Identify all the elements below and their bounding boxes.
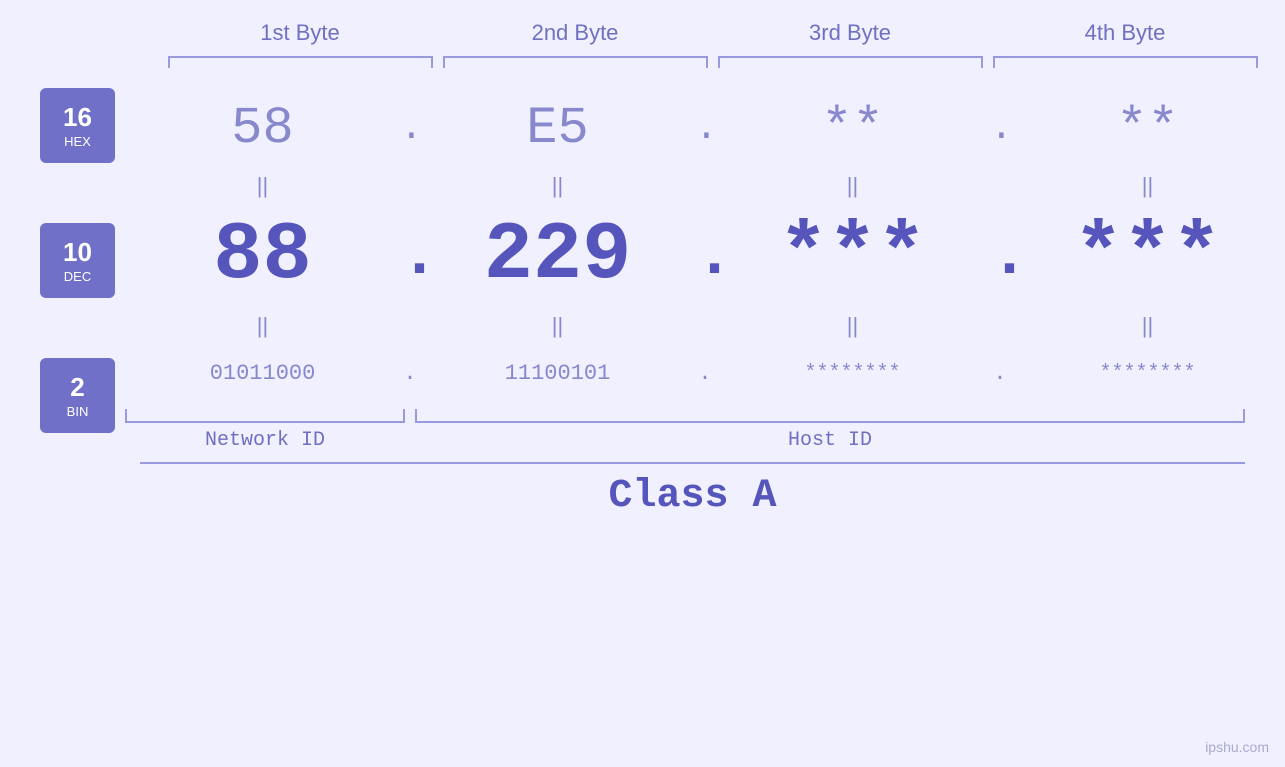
equals8-icon: || — [1142, 313, 1153, 339]
bin-byte1: 01011000 — [125, 361, 400, 386]
eq1-b1: || — [125, 173, 400, 199]
bracket-byte1 — [168, 56, 433, 68]
hex-b2-value: E5 — [526, 99, 588, 158]
bracket-byte4 — [993, 56, 1258, 68]
hex-dot3: . — [990, 107, 1010, 150]
hex-badge-num: 16 — [63, 102, 92, 133]
hex-byte3: ** — [715, 99, 990, 158]
bin-data-row: 01011000 . 11100101 . ******** . *******… — [125, 343, 1285, 403]
bin-dot2: . — [695, 361, 715, 386]
bin-badge-num: 2 — [70, 372, 84, 403]
host-bracket — [415, 409, 1245, 423]
main-content-area: 16 HEX 10 DEC 2 BIN 58 . E5 — [0, 88, 1285, 452]
dec-byte2: 229 — [420, 209, 695, 302]
hex-byte4: ** — [1010, 99, 1285, 158]
eq1-b3: || — [715, 173, 990, 199]
bin-badge-label: BIN — [67, 404, 89, 419]
dec-b4-value: *** — [1074, 209, 1222, 302]
hex-badge: 16 HEX — [40, 88, 115, 163]
bin-badge: 2 BIN — [40, 358, 115, 433]
eq2-b3: || — [715, 313, 990, 339]
badge-column: 16 HEX 10 DEC 2 BIN — [40, 88, 125, 433]
equals5-icon: || — [257, 313, 268, 339]
main-container: 1st Byte 2nd Byte 3rd Byte 4th Byte 16 H… — [0, 0, 1285, 767]
hex-data-row: 58 . E5 . ** . ** — [125, 88, 1285, 168]
network-id-label: Network ID — [125, 429, 405, 452]
eq2-b1: || — [125, 313, 400, 339]
bin-byte3: ******** — [715, 362, 990, 385]
bin-byte2: 11100101 — [420, 361, 695, 386]
byte4-header: 4th Byte — [988, 20, 1263, 46]
equals7-icon: || — [847, 313, 858, 339]
network-bracket — [125, 409, 405, 423]
byte1-header: 1st Byte — [163, 20, 438, 46]
bracket-byte2 — [443, 56, 708, 68]
hex-byte1: 58 — [125, 99, 400, 158]
dec-badge-num: 10 — [63, 237, 92, 268]
bytes-column: 58 . E5 . ** . ** || — [125, 88, 1285, 452]
bin-dot1: . — [400, 361, 420, 386]
dec-dot2: . — [695, 219, 715, 293]
eq1-b4: || — [1010, 173, 1285, 199]
eq2-b4: || — [1010, 313, 1285, 339]
host-id-label: Host ID — [415, 429, 1245, 452]
equals2-icon: || — [552, 173, 563, 199]
dec-badge-label: DEC — [64, 269, 91, 284]
class-section: Class A — [0, 462, 1285, 519]
eq1-b2: || — [420, 173, 695, 199]
equals6-icon: || — [552, 313, 563, 339]
dec-badge: 10 DEC — [40, 223, 115, 298]
hex-b4-value: ** — [1116, 99, 1178, 158]
dec-b2-value: 229 — [484, 209, 632, 302]
hex-dot2: . — [695, 107, 715, 150]
byte2-header: 2nd Byte — [438, 20, 713, 46]
equals1-icon: || — [257, 173, 268, 199]
bottom-brackets-container — [125, 409, 1285, 423]
bin-b2-value: 11100101 — [505, 361, 611, 386]
equals-row-2: || || || || — [125, 308, 1285, 343]
dec-b1-value: 88 — [213, 209, 311, 302]
class-bracket-line — [140, 462, 1245, 464]
hex-b3-value: ** — [821, 99, 883, 158]
dec-data-row: 88 . 229 . *** . *** — [125, 203, 1285, 308]
bracket-byte3 — [718, 56, 983, 68]
bin-dot3: . — [990, 361, 1010, 386]
byte3-header: 3rd Byte — [713, 20, 988, 46]
dec-byte3: *** — [715, 209, 990, 302]
dec-byte1: 88 — [125, 209, 400, 302]
top-brackets-row — [0, 56, 1285, 68]
id-labels-row: Network ID Host ID — [125, 429, 1285, 452]
hex-dot1: . — [400, 107, 420, 150]
dec-dot1: . — [400, 219, 420, 293]
bin-b4-value: ******** — [1099, 362, 1195, 385]
dec-dot3: . — [990, 219, 1010, 293]
hex-byte2: E5 — [420, 99, 695, 158]
equals-row-1: || || || || — [125, 168, 1285, 203]
eq2-b2: || — [420, 313, 695, 339]
class-label: Class A — [140, 474, 1245, 519]
hex-badge-label: HEX — [64, 134, 91, 149]
bin-byte4: ******** — [1010, 362, 1285, 385]
equals3-icon: || — [847, 173, 858, 199]
bin-b1-value: 01011000 — [210, 361, 316, 386]
dec-b3-value: *** — [779, 209, 927, 302]
equals4-icon: || — [1142, 173, 1153, 199]
bin-b3-value: ******** — [804, 362, 900, 385]
hex-b1-value: 58 — [231, 99, 293, 158]
headers-row: 1st Byte 2nd Byte 3rd Byte 4th Byte — [0, 20, 1285, 46]
dec-byte4: *** — [1010, 209, 1285, 302]
watermark: ipshu.com — [1205, 739, 1269, 755]
